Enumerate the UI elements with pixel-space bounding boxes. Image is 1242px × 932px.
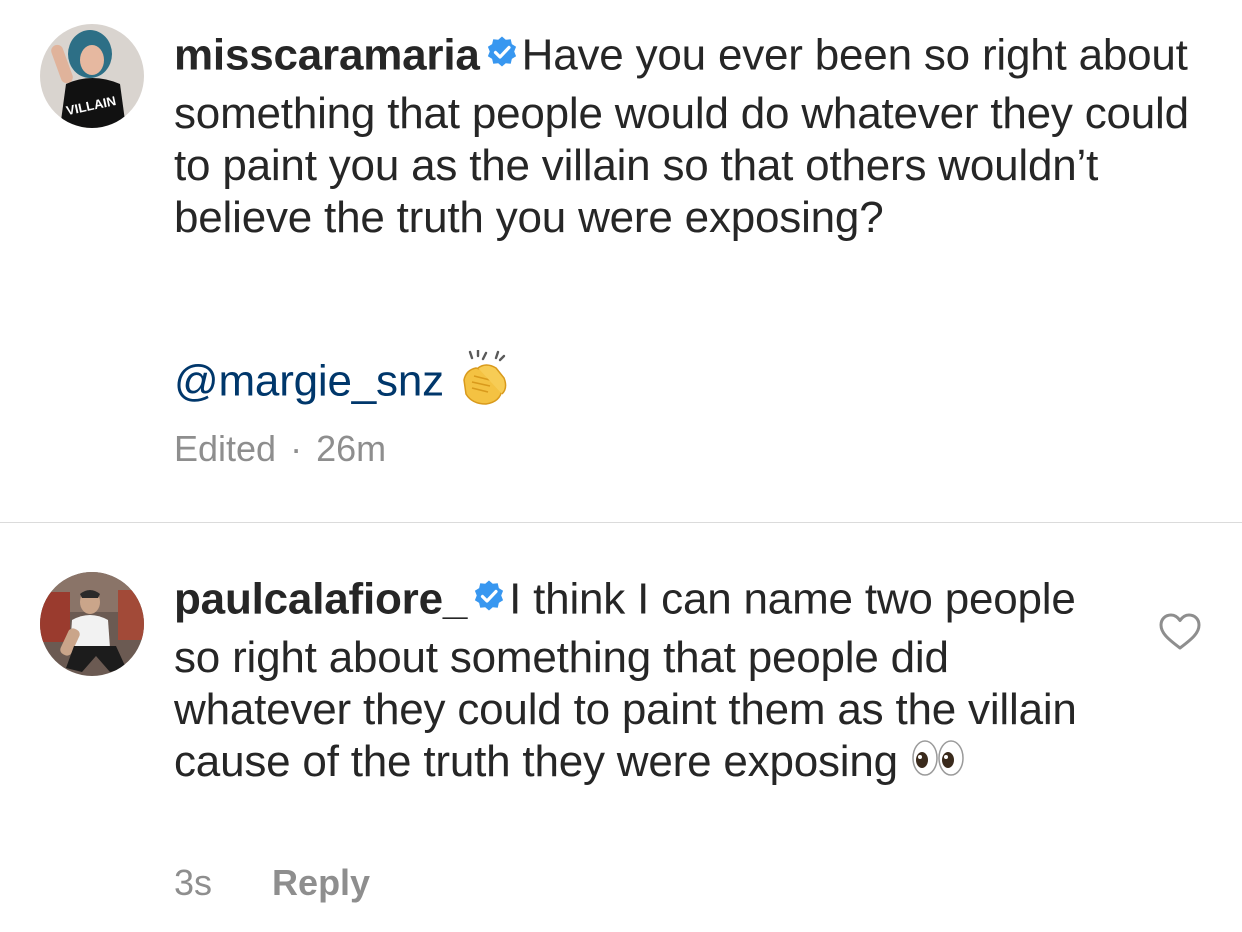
username-link[interactable]: paulcalafiore_ xyxy=(174,575,467,624)
clapping-hands-emoji xyxy=(456,348,512,418)
avatar-misscaramaria[interactable]: VILLAIN xyxy=(40,24,144,128)
meta-separator: · xyxy=(290,428,303,469)
username-link[interactable]: misscaramaria xyxy=(174,31,480,80)
edited-label: Edited xyxy=(174,428,277,469)
comment-divider xyxy=(0,522,1242,523)
verified-badge-icon xyxy=(486,28,518,80)
eyes-emoji xyxy=(910,738,966,790)
comment-text-block: paulcalafiore_ I think I can name two peo… xyxy=(174,572,1094,790)
mention-line: @margie_snz xyxy=(174,348,512,418)
comment-meta: 3s Reply xyxy=(174,862,370,904)
timestamp: 26m xyxy=(316,428,387,469)
avatar-paulcalafiore[interactable] xyxy=(40,572,144,676)
mention-link[interactable]: @margie_snz xyxy=(174,357,444,406)
heart-icon[interactable] xyxy=(1158,612,1202,652)
comment-meta: Edited · 26m xyxy=(174,428,386,470)
reply-button[interactable]: Reply xyxy=(272,862,370,904)
comment-text-block: misscaramaria Have you ever been so right… xyxy=(174,28,1214,244)
timestamp: 3s xyxy=(174,862,213,903)
verified-badge-icon xyxy=(473,572,505,624)
